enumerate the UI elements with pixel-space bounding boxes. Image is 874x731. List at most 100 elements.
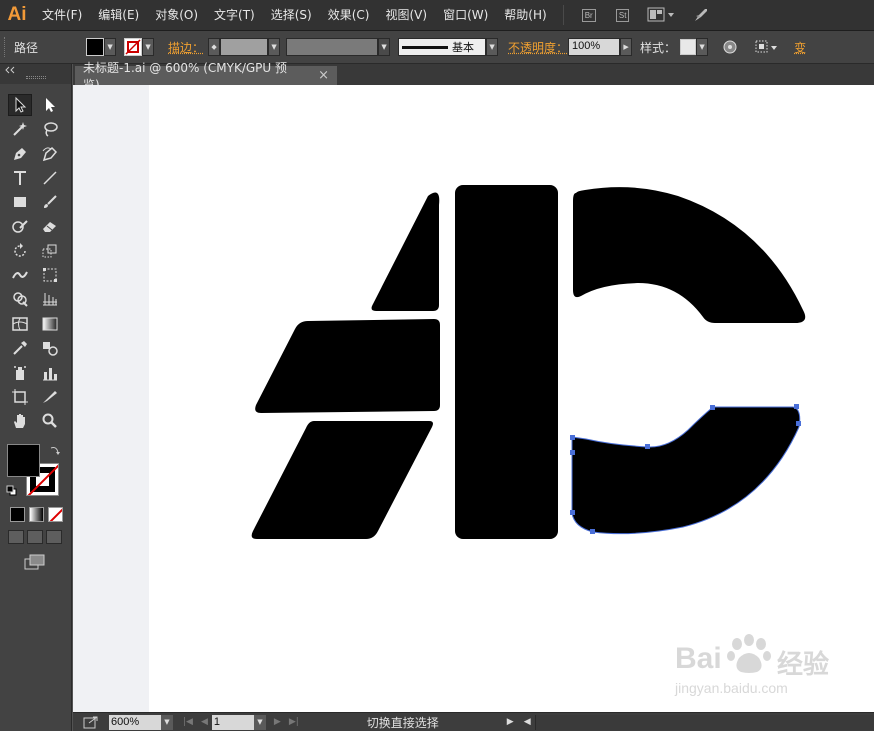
variable-width-profile-dropdown[interactable]: ▼ xyxy=(378,38,391,56)
zoom-level-dropdown[interactable]: ▼ xyxy=(161,714,173,730)
status-scroll-left-icon[interactable]: ◀ xyxy=(524,717,531,727)
fill-dropdown[interactable]: ▼ xyxy=(104,38,117,56)
tools-panel-header[interactable] xyxy=(0,64,71,84)
zoom-tool[interactable] xyxy=(38,410,62,432)
stroke-dropdown[interactable]: ▼ xyxy=(142,38,155,56)
shape-lower-arc[interactable] xyxy=(571,406,801,535)
shape-middle-parallelogram[interactable] xyxy=(255,319,440,413)
menu-help[interactable]: 帮助(H) xyxy=(496,0,554,31)
anchor-point[interactable] xyxy=(796,421,801,426)
next-artboard-icon[interactable]: ▶ xyxy=(274,717,281,727)
share-export-icon[interactable] xyxy=(83,715,99,729)
status-menu-arrow-icon[interactable]: ▶ xyxy=(507,717,514,727)
menu-object[interactable]: 对象(O) xyxy=(147,0,206,31)
eyedropper-tool[interactable] xyxy=(8,337,32,359)
swap-fill-stroke-icon[interactable] xyxy=(49,444,61,456)
graphic-style-dropdown[interactable]: ▼ xyxy=(696,38,709,56)
stroke-weight-dropdown[interactable]: ▼ xyxy=(268,38,281,56)
align-options-button[interactable] xyxy=(754,39,780,55)
menu-edit[interactable]: 编辑(E) xyxy=(90,0,147,31)
hand-tool[interactable] xyxy=(8,410,32,432)
opacity-field[interactable]: 100% xyxy=(568,38,621,56)
eraser-tool[interactable] xyxy=(38,215,62,237)
document-tab[interactable]: 未标题-1.ai @ 600% (CMYK/GPU 预览) × xyxy=(75,61,337,92)
curvature-tool[interactable] xyxy=(38,143,62,165)
panel-grip[interactable] xyxy=(4,37,8,57)
scale-tool[interactable] xyxy=(38,240,62,262)
menu-type[interactable]: 文字(T) xyxy=(206,0,263,31)
tools-panel-grip[interactable] xyxy=(26,76,46,79)
rotate-tool[interactable] xyxy=(8,240,32,262)
symbol-sprayer-tool[interactable] xyxy=(8,362,32,384)
screen-mode-icon[interactable] xyxy=(24,554,46,570)
menu-window[interactable]: 窗口(W) xyxy=(435,0,496,31)
default-fill-stroke-icon[interactable] xyxy=(6,485,17,496)
paintbrush-tool[interactable] xyxy=(38,191,62,213)
draw-inside-button[interactable] xyxy=(46,530,62,544)
arrange-documents-button[interactable] xyxy=(645,5,679,25)
menu-view[interactable]: 视图(V) xyxy=(377,0,435,31)
direct-selection-tool[interactable] xyxy=(38,94,62,116)
last-artboard-icon[interactable]: ▶| xyxy=(289,717,299,727)
brush-profile-field[interactable]: 基本 xyxy=(398,38,487,56)
anchor-point[interactable] xyxy=(570,450,575,455)
gpu-performance-button[interactable] xyxy=(689,5,713,25)
close-tab-icon[interactable]: × xyxy=(318,68,329,83)
slice-tool[interactable] xyxy=(38,386,62,408)
anchor-point[interactable] xyxy=(710,405,715,410)
fill-color-box[interactable] xyxy=(7,444,40,477)
opacity-label[interactable]: 不透明度： xyxy=(508,39,568,56)
previous-artboard-icon[interactable]: ◀ xyxy=(201,717,208,727)
zoom-level-field[interactable]: 600% xyxy=(109,714,161,730)
column-graph-tool[interactable] xyxy=(38,362,62,384)
graphic-style-swatch[interactable] xyxy=(680,39,697,55)
shape-lower-parallelogram[interactable] xyxy=(251,421,433,539)
stroke-label[interactable]: 描边： xyxy=(168,39,204,56)
stroke-weight-stepper[interactable]: ◆ xyxy=(208,38,221,56)
artboard-number-dropdown[interactable]: ▼ xyxy=(253,714,266,730)
variable-width-profile-field[interactable] xyxy=(286,38,379,56)
brush-profile-dropdown[interactable]: ▼ xyxy=(486,38,499,56)
mesh-tool[interactable] xyxy=(8,313,32,335)
pen-tool[interactable] xyxy=(8,143,32,165)
draw-normal-button[interactable] xyxy=(8,530,24,544)
perspective-grid-tool[interactable] xyxy=(38,288,62,310)
blend-tool[interactable] xyxy=(38,337,62,359)
shape-builder-tool[interactable] xyxy=(8,288,32,310)
selection-tool[interactable] xyxy=(8,94,32,116)
lasso-tool[interactable] xyxy=(38,118,62,140)
transform-label[interactable]: 变 xyxy=(794,39,806,56)
anchor-point[interactable] xyxy=(645,444,650,449)
canvas[interactable]: Bai 经验 jingyan.baidu.com xyxy=(73,85,874,712)
free-transform-tool[interactable] xyxy=(38,264,62,286)
anchor-point[interactable] xyxy=(570,435,575,440)
stroke-swatch[interactable] xyxy=(124,38,143,56)
line-segment-tool[interactable] xyxy=(38,167,62,189)
first-artboard-icon[interactable]: |◀ xyxy=(183,717,193,727)
none-mode-button[interactable] xyxy=(48,507,63,522)
gradient-tool[interactable] xyxy=(38,313,62,335)
recolor-artwork-button[interactable] xyxy=(722,39,738,55)
anchor-point[interactable] xyxy=(590,529,595,534)
artboard-number-field[interactable]: 1 xyxy=(211,714,254,730)
bridge-button[interactable]: Br xyxy=(577,5,601,25)
menu-select[interactable]: 选择(S) xyxy=(263,0,320,31)
draw-behind-button[interactable] xyxy=(27,530,43,544)
opacity-dropdown[interactable]: ▶ xyxy=(620,38,633,56)
horizontal-scrollbar[interactable] xyxy=(534,714,874,730)
shape-vertical-bar[interactable] xyxy=(455,185,558,539)
rectangle-tool[interactable] xyxy=(8,191,32,213)
gradient-mode-button[interactable] xyxy=(29,507,44,522)
width-tool[interactable] xyxy=(8,264,32,286)
shape-upper-triangle[interactable] xyxy=(371,192,440,311)
anchor-point[interactable] xyxy=(794,404,799,409)
menu-effect[interactable]: 效果(C) xyxy=(320,0,378,31)
artboard-tool[interactable] xyxy=(8,386,32,408)
menu-file[interactable]: 文件(F) xyxy=(34,0,90,31)
shaper-tool[interactable] xyxy=(8,215,32,237)
magic-wand-tool[interactable] xyxy=(8,118,32,140)
stock-button[interactable]: St xyxy=(611,5,635,25)
stroke-weight-field[interactable] xyxy=(220,38,269,56)
shape-upper-arc[interactable] xyxy=(573,187,806,323)
fill-swatch[interactable] xyxy=(86,38,105,56)
